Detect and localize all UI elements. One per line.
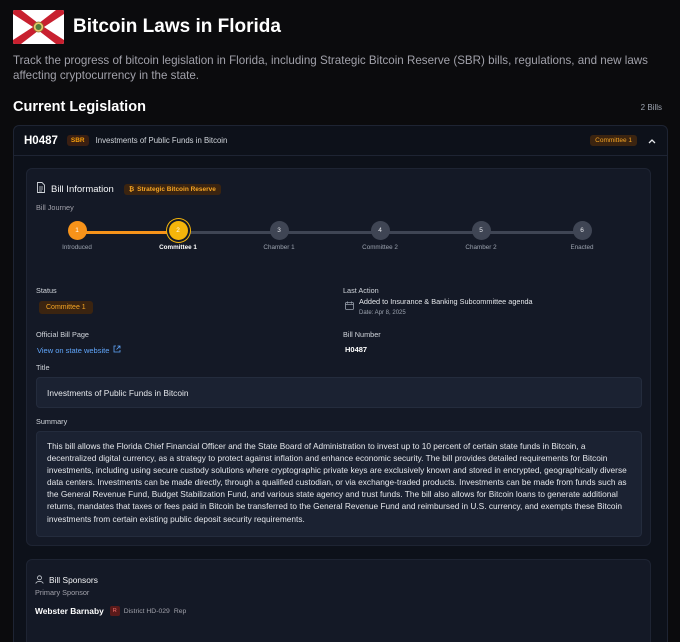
primary-sponsor-label: Primary Sponsor: [35, 588, 90, 597]
journey-step-number: 5: [471, 221, 491, 240]
last-action-date: Date: Apr 8, 2025: [359, 310, 406, 316]
journey-step-label: Enacted: [570, 244, 594, 251]
bill-number-label: Bill Number: [343, 330, 381, 339]
bill-sponsors-header: Bill Sponsors: [35, 571, 98, 589]
page-description: Track the progress of bitcoin legislatio…: [13, 54, 648, 82]
journey-step-chamber-2: 5 Chamber 2: [461, 221, 501, 251]
journey-step-label: Introduced: [62, 244, 92, 251]
bill-information-header: Bill Information ₿ Strategic Bitcoin Res…: [36, 180, 221, 198]
sponsor-district: District HD-029: [123, 607, 170, 615]
last-action-text: Added to Insurance & Banking Subcommitte…: [359, 297, 533, 306]
florida-flag-icon: [13, 10, 64, 44]
bill-journey-label: Bill Journey: [36, 203, 74, 212]
section-title: Current Legislation: [13, 99, 146, 115]
last-action: Added to Insurance & Banking Subcommitte…: [345, 297, 533, 316]
chevron-up-icon[interactable]: [647, 136, 657, 146]
journey-step-chamber-1: 3 Chamber 1: [259, 221, 299, 251]
reserve-badge-label: Strategic Bitcoin Reserve: [137, 185, 216, 193]
bill-id: H0487: [24, 134, 58, 147]
bill-card: H0487 SBR Investments of Public Funds in…: [13, 125, 668, 642]
journey-step-number: 4: [370, 221, 390, 240]
bill-sponsors-card: Bill Sponsors Primary Sponsor Webster Ba…: [26, 559, 651, 642]
journey-step-committee-2: 4 Committee 2: [360, 221, 400, 251]
bill-sponsors-title: Bill Sponsors: [49, 575, 98, 585]
status-badge: Committee 1: [590, 135, 637, 146]
bill-count: 2 Bills: [640, 103, 662, 112]
journey-step-number: 3: [269, 221, 289, 240]
title-label: Title: [36, 363, 50, 372]
bill-number-value: H0487: [345, 345, 368, 354]
journey-step-committee-1: 2 Committee 1: [158, 221, 198, 251]
sponsor-row: Webster Barnaby R District HD-029 Rep: [35, 606, 186, 616]
journey-step-number: 1: [67, 221, 87, 240]
bill-information-card: Bill Information ₿ Strategic Bitcoin Res…: [26, 168, 651, 546]
bill-information-title: Bill Information: [51, 183, 114, 195]
official-page-label: Official Bill Page: [36, 330, 89, 339]
bill-journey-tracker: 1 Introduced 2 Committee 1 3 Chamber 1 4 Commit…: [62, 221, 594, 261]
journey-step-number: 2: [168, 221, 188, 240]
reserve-badge: ₿ Strategic Bitcoin Reserve: [123, 183, 221, 195]
title-value: Investments of Public Funds in Bitcoin: [36, 377, 642, 408]
journey-step-enacted: 6 Enacted: [562, 221, 602, 251]
bill-short-title: Investments of Public Funds in Bitcoin: [95, 136, 228, 145]
bill-header[interactable]: H0487 SBR Investments of Public Funds in…: [14, 126, 667, 156]
party-badge: R: [109, 606, 120, 616]
external-link-icon[interactable]: [113, 345, 121, 355]
journey-step-label: Committee 2: [362, 244, 398, 251]
journey-step-introduced: 1 Introduced: [57, 221, 97, 251]
page-header: Bitcoin Laws in Florida: [13, 10, 281, 44]
journey-step-number: 6: [572, 221, 592, 240]
state-website-link-text[interactable]: View on state website: [37, 346, 109, 355]
summary-label: Summary: [36, 417, 68, 426]
bitcoin-icon: ₿: [128, 185, 135, 193]
summary-value: This bill allows the Florida Chief Finan…: [36, 431, 642, 537]
sbr-badge: SBR: [66, 135, 89, 146]
sponsor-role: Rep: [173, 607, 187, 615]
sponsor-name: Webster Barnaby: [35, 606, 104, 616]
user-icon: [35, 571, 44, 589]
status-label: Status: [36, 286, 57, 295]
page-title: Bitcoin Laws in Florida: [73, 16, 281, 37]
status-value: Committee 1: [39, 301, 93, 314]
journey-step-label: Committee 1: [159, 244, 197, 251]
last-action-label: Last Action: [343, 286, 379, 295]
state-website-link[interactable]: View on state website: [37, 345, 121, 355]
calendar-icon: [345, 297, 354, 316]
journey-step-label: Chamber 2: [465, 244, 497, 251]
journey-step-label: Chamber 1: [263, 244, 295, 251]
document-icon: [36, 180, 46, 198]
